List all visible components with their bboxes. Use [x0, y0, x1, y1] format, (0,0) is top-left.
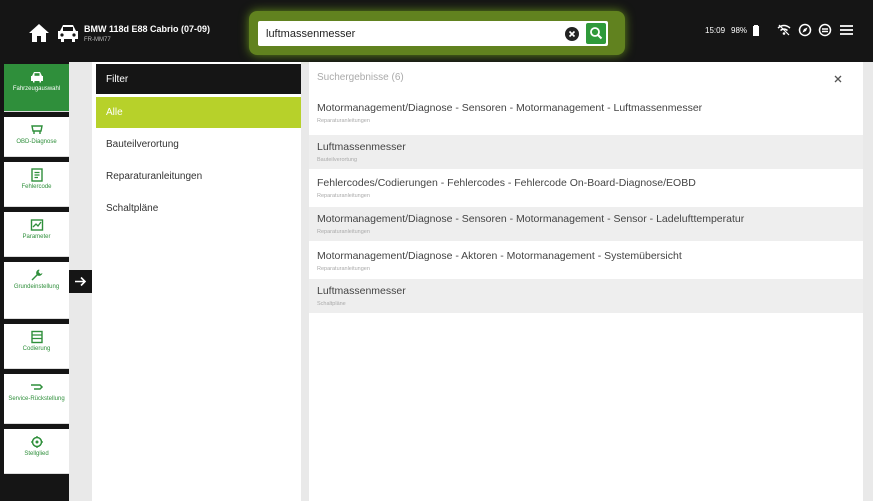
sidebar-item-label: Fehlercode — [21, 184, 52, 190]
error-code-icon — [30, 168, 43, 182]
battery-level: 98% — [731, 26, 748, 35]
result-category: Reparaturanleitungen — [317, 229, 370, 235]
result-category: Reparaturanleitungen — [317, 266, 370, 272]
filter-item-reparaturanleitungen[interactable]: Reparaturanleitungen — [96, 161, 301, 192]
filter-item-label: Reparaturanleitungen — [106, 171, 203, 182]
filter-panel: Filter Alle Bauteilverortung Reparaturan… — [92, 62, 301, 501]
result-item[interactable]: Luftmassenmesser Bauteilverortung — [309, 135, 863, 169]
search-icon — [590, 27, 603, 40]
result-title: Motormanagement/Diagnose - Aktoren - Mot… — [317, 250, 682, 262]
sidebar-item-fehlercode[interactable]: Fehlercode — [4, 162, 69, 207]
parameter-icon — [30, 219, 43, 231]
result-item[interactable]: Motormanagement/Diagnose - Sensoren - Mo… — [309, 207, 863, 241]
sidebar-item-label: Grundeinstellung — [13, 284, 60, 290]
car-icon — [30, 72, 43, 83]
sidebar-item-parameter[interactable]: Parameter — [4, 212, 69, 257]
filter-item-schaltplaene[interactable]: Schaltpläne — [96, 193, 301, 224]
wifi-icon[interactable] — [777, 23, 791, 39]
service-reset-icon — [30, 384, 43, 390]
results-header: Suchergebnisse (6) — [317, 72, 404, 83]
search-button[interactable] — [586, 23, 606, 44]
compass-icon[interactable] — [798, 23, 812, 39]
arrow-right-icon — [75, 276, 87, 287]
result-category: Schaltpläne — [317, 301, 346, 307]
sidebar-item-label: Fahrzeugauswahl — [12, 86, 61, 92]
search-highlight — [249, 11, 625, 55]
sidebar-item-label: Service-Rückstellung — [8, 396, 65, 402]
sidebar-item-obd-diagnose[interactable]: OBD-Diagnose — [4, 117, 69, 157]
result-item[interactable]: Motormanagement/Diagnose - Aktoren - Mot… — [309, 244, 863, 278]
result-category: Reparaturanleitungen — [317, 193, 370, 199]
menu-icon[interactable] — [840, 24, 853, 38]
result-title: Motormanagement/Diagnose - Sensoren - Mo… — [317, 102, 703, 114]
sidebar-item-fahrzeugauswahl[interactable]: Fahrzeugauswahl — [4, 64, 69, 112]
filter-item-alle[interactable]: Alle — [96, 97, 301, 128]
top-bar: BMW 118d E88 Cabrio (07-09) FR-MM77 15:0… — [0, 0, 873, 62]
actuator-icon — [30, 436, 43, 448]
car-icon[interactable] — [56, 22, 80, 44]
result-title: Luftmassenmesser — [317, 285, 406, 297]
wrench-icon — [31, 269, 42, 281]
vehicle-plate: FR-MM77 — [84, 37, 111, 43]
sidebar-item-label: Parameter — [22, 234, 51, 240]
results-panel: Suchergebnisse (6) Motormanagement/Diagn… — [309, 62, 863, 501]
result-title: Luftmassenmesser — [317, 141, 406, 153]
sidebar: Fahrzeugauswahl OBD-Diagnose Fehlercode … — [0, 62, 69, 501]
filter-item-label: Bauteilverortung — [106, 139, 179, 150]
filter-item-label: Schaltpläne — [106, 203, 159, 214]
sidebar-item-label: Codierung — [22, 346, 51, 352]
filter-title: Filter — [106, 74, 129, 85]
sidebar-item-stellglied[interactable]: Stellglied — [4, 429, 69, 474]
sidebar-item-service-rueckstellung[interactable]: Service-Rückstellung — [4, 374, 69, 424]
search-box — [258, 21, 608, 46]
vehicle-title: BMW 118d E88 Cabrio (07-09) — [84, 24, 211, 34]
result-title: Fehlercodes/Codierungen - Fehlercodes - … — [317, 177, 696, 189]
result-item[interactable]: Fehlercodes/Codierungen - Fehlercodes - … — [309, 171, 863, 205]
expand-sidebar-button[interactable] — [69, 270, 92, 293]
sidebar-item-label: OBD-Diagnose — [16, 139, 57, 145]
result-category: Reparaturanleitungen — [317, 118, 370, 124]
result-item[interactable]: Luftmassenmesser Schaltpläne — [309, 279, 863, 313]
search-input[interactable] — [266, 21, 546, 46]
sidebar-item-codierung[interactable]: Codierung — [4, 324, 69, 369]
coding-icon — [30, 330, 43, 344]
sidebar-item-grundeinstellung[interactable]: Grundeinstellung — [4, 262, 69, 319]
clock: 15:09 — [705, 26, 726, 35]
clear-search-icon[interactable] — [565, 27, 579, 41]
obd-icon — [30, 125, 43, 134]
home-icon[interactable] — [28, 22, 50, 44]
filter-item-bauteilverortung[interactable]: Bauteilverortung — [96, 129, 301, 160]
result-item[interactable]: Motormanagement/Diagnose - Sensoren - Mo… — [309, 96, 863, 130]
battery-icon — [753, 25, 759, 38]
settings-icon[interactable] — [818, 23, 832, 39]
filter-header: Filter — [96, 64, 301, 94]
close-icon[interactable] — [831, 72, 845, 86]
filter-item-label: Alle — [106, 107, 123, 118]
result-category: Bauteilverortung — [317, 157, 358, 163]
sidebar-item-label: Stellglied — [24, 451, 49, 457]
result-title: Motormanagement/Diagnose - Sensoren - Mo… — [317, 213, 745, 225]
